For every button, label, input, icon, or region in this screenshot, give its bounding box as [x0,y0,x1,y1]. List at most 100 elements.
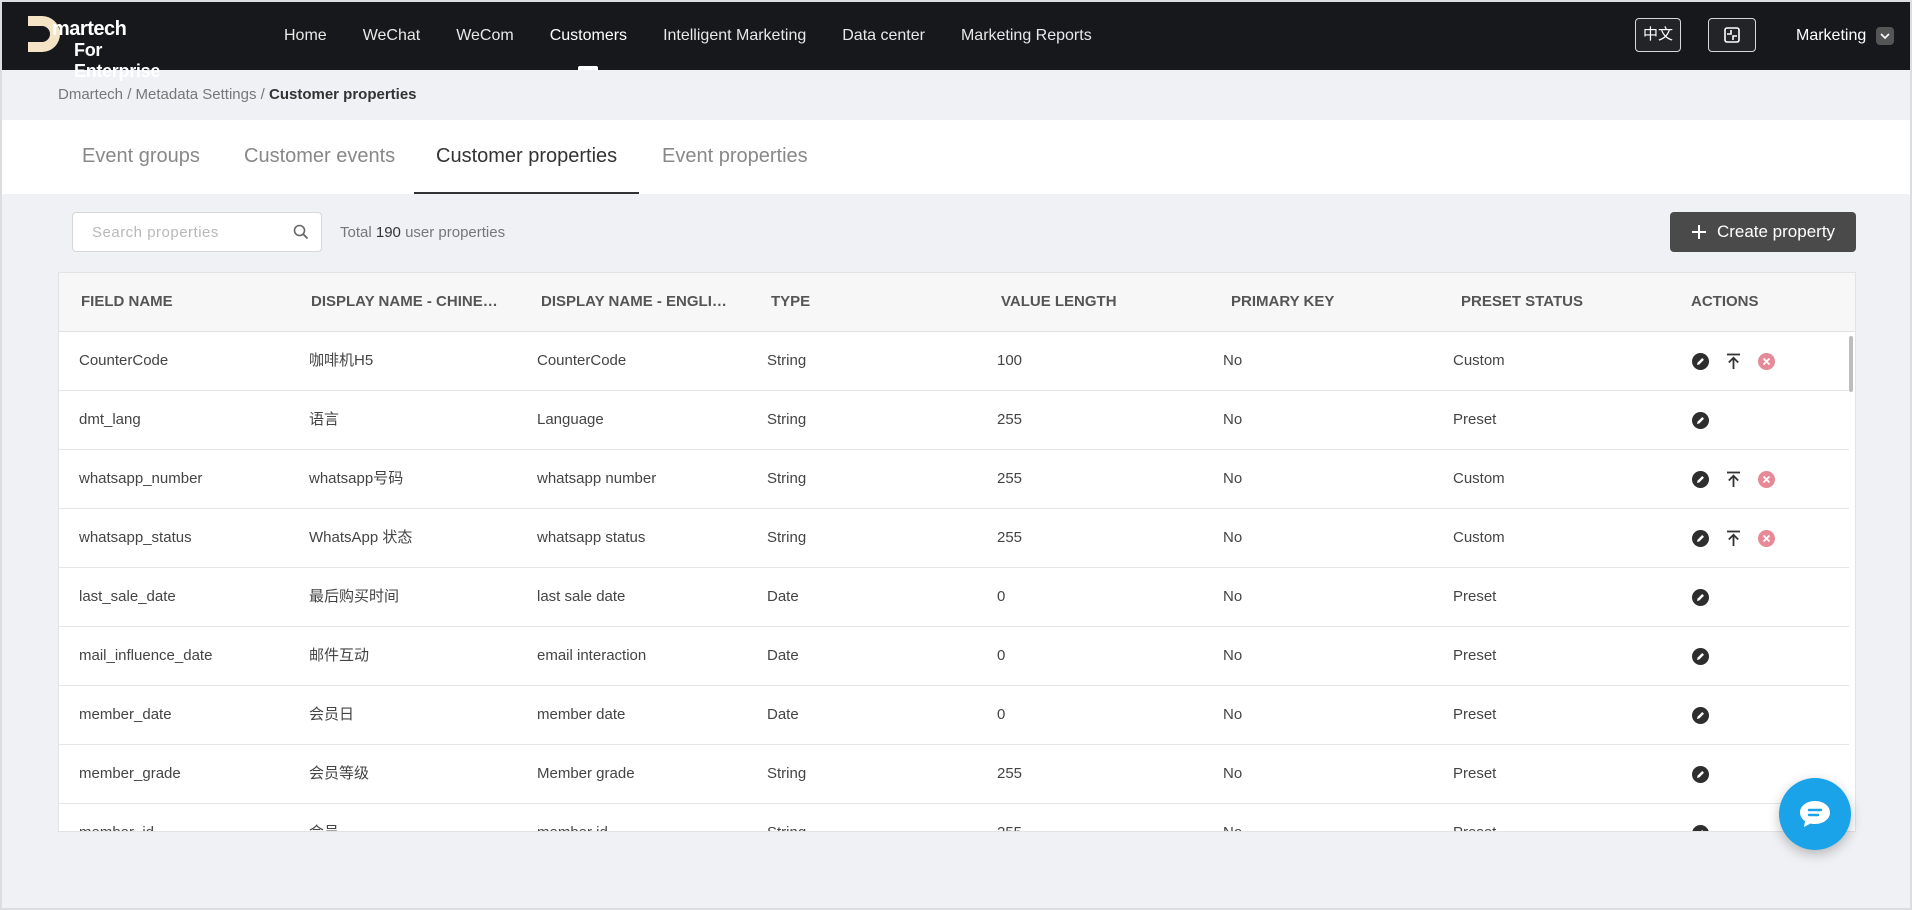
cell-display-name-english: Language [537,411,604,428]
nav-wechat[interactable]: WeChat [345,2,439,70]
cell-display-name-chinese: 邮件互动 [309,647,370,664]
edit-icon[interactable] [1691,824,1710,831]
tab-event-groups[interactable]: Event groups [60,120,222,194]
cell-field-name: member_grade [79,765,181,782]
cell-display-name-english: CounterCode [537,352,627,369]
external-link-icon [1724,27,1740,43]
cell-display-name-chinese: 会员日 [309,706,355,723]
breadcrumb: Dmartech / Metadata Settings / Customer … [58,86,417,103]
breadcrumb-current: Customer properties [268,86,417,103]
nav-home[interactable]: Home [284,2,345,70]
cell-field-name: CounterCode [79,352,169,369]
cell-preset-status: Custom [1453,352,1505,369]
cell-display-name-chinese: 咖啡机H5 [309,352,374,369]
external-link-button[interactable] [1708,18,1756,52]
cell-display-name-chinese: 会员 [309,804,339,831]
cell-display-name-english: Member grade [537,765,635,782]
edit-icon[interactable] [1691,706,1710,725]
cell-primary-key: No [1223,529,1243,546]
cell-display-name-chinese: whatsapp号码 [309,470,404,487]
user-menu-label: Marketing [1796,27,1867,44]
nav-data-center[interactable]: Data center [824,2,943,70]
cell-field-name: dmt_lang [79,411,141,428]
cell-value-length: 0 [997,647,1006,664]
row-actions [1691,450,1776,508]
edit-icon[interactable] [1691,411,1710,430]
search-input[interactable] [73,213,273,251]
cell-preset-status: Preset [1453,411,1497,428]
header-type[interactable]: TYPE [771,273,951,331]
brand-logo[interactable]: martech For Enterprise [22,12,192,81]
edit-icon[interactable] [1691,470,1710,489]
top-nav: martech For Enterprise Home WeChat WeCom… [2,2,1910,81]
brand-line2: For Enterprise [74,40,161,81]
chat-icon [1800,801,1830,827]
user-menu[interactable]: Marketing [1796,2,1895,70]
search-icon[interactable] [293,224,309,240]
row-actions [1691,745,1710,803]
row-actions [1691,804,1710,831]
cell-type: Date [767,588,799,605]
nav-customers[interactable]: Customers [532,2,645,70]
delete-icon[interactable] [1757,529,1776,548]
cell-type: Date [767,706,799,723]
cell-display-name-english: email interaction [537,647,647,664]
breadcrumb-item-dmartech[interactable]: Dmartech [58,86,123,103]
cell-field-name: member_date [79,706,172,723]
header-display-name-chinese[interactable]: DISPLAY NAME - CHINE… [311,273,511,331]
app-window: martech For Enterprise Home WeChat WeCom… [2,2,1910,908]
total-count-text: Total 190 user properties [340,224,506,241]
move-to-top-icon[interactable] [1724,470,1743,489]
cell-value-length: 255 [997,765,1023,782]
tab-customer-properties[interactable]: Customer properties [414,120,640,194]
cell-type: String [767,470,807,487]
move-to-top-icon[interactable] [1724,352,1743,371]
table-row: member_id 会员 member id String 255 No Preset [59,804,1849,831]
table-scrollbar[interactable] [1847,334,1855,831]
edit-icon[interactable] [1691,647,1710,666]
delete-icon[interactable] [1757,352,1776,371]
chat-support-button[interactable] [1779,778,1851,850]
cell-type: String [767,765,807,782]
cell-primary-key: No [1223,706,1243,723]
table-row: whatsapp_status WhatsApp 状态 whatsapp statu… [59,509,1849,568]
table-row: mail_influence_date 邮件互动 email interaction… [59,627,1849,686]
delete-icon[interactable] [1757,470,1776,489]
edit-icon[interactable] [1691,588,1710,607]
properties-table: FIELD NAME DISPLAY NAME - CHINE… DISPLAY… [58,272,1856,832]
breadcrumb-item-metadata-settings[interactable]: Metadata Settings [136,86,257,103]
header-field-name[interactable]: FIELD NAME [81,273,291,331]
cell-type: Date [767,647,799,664]
edit-icon[interactable] [1691,765,1710,784]
header-value-length[interactable]: VALUE LENGTH [1001,273,1201,331]
tab-event-properties[interactable]: Event properties [640,120,830,194]
header-display-name-english[interactable]: DISPLAY NAME - ENGLI… [541,273,741,331]
plus-icon [1691,225,1706,239]
cell-field-name: whatsapp_number [79,470,203,487]
cell-display-name-chinese: WhatsApp 状态 [309,529,413,546]
row-actions [1691,627,1710,685]
cell-value-length: 0 [997,706,1006,723]
edit-icon[interactable] [1691,529,1710,548]
nav-marketing-reports[interactable]: Marketing Reports [943,2,1110,70]
cell-type: String [767,411,807,428]
row-actions [1691,332,1776,390]
table-row: member_grade 会员等级 Member grade String 255 No P… [59,745,1849,804]
nav-intelligent-marketing[interactable]: Intelligent Marketing [645,2,824,70]
cell-value-length: 100 [997,352,1023,369]
cell-primary-key: No [1223,804,1242,831]
header-primary-key[interactable]: PRIMARY KEY [1231,273,1431,331]
header-preset-status[interactable]: PRESET STATUS [1461,273,1661,331]
scrollbar-thumb[interactable] [1849,336,1853,392]
cell-preset-status: Preset [1453,588,1497,605]
cell-preset-status: Custom [1453,529,1505,546]
move-to-top-icon[interactable] [1724,529,1743,548]
table-row: last_sale_date 最后购买时间 last sale date Date 0 N… [59,568,1849,627]
edit-icon[interactable] [1691,352,1710,371]
cell-type: String [767,804,806,831]
tab-customer-events[interactable]: Customer events [222,120,417,194]
cell-value-length: 255 [997,411,1023,428]
nav-wecom[interactable]: WeCom [438,2,532,70]
create-property-button[interactable]: Create property [1670,212,1856,252]
language-toggle-button[interactable]: 中文 [1635,18,1681,52]
